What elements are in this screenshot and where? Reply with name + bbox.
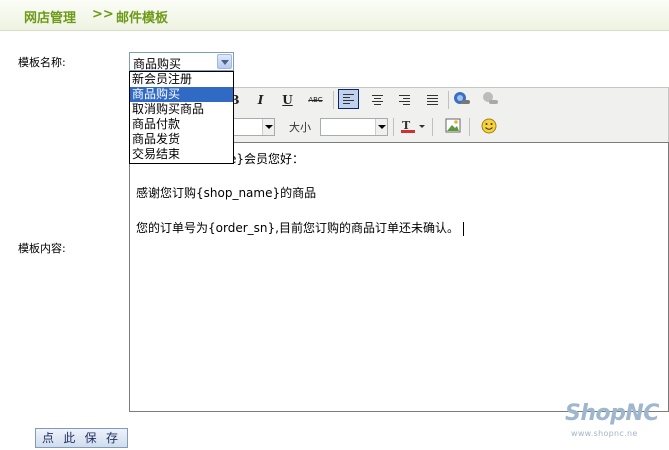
align-left-button[interactable] — [338, 89, 359, 109]
dropdown-option[interactable]: 商品发货 — [130, 132, 233, 147]
dropdown-option[interactable]: 取消购买商品 — [130, 102, 233, 117]
unlink-icon — [482, 92, 498, 104]
smiley-icon — [481, 118, 496, 134]
breadcrumb-email-template: 邮件模板 — [116, 11, 169, 26]
align-center-icon — [372, 95, 383, 105]
font-size-label: 大小 — [289, 121, 311, 134]
toolbar-separator — [333, 91, 334, 109]
breadcrumb-shop-management[interactable]: 网店管理 — [24, 7, 76, 26]
strikethrough-button[interactable]: ABC — [305, 90, 326, 110]
template-name-label: 模板名称: — [18, 56, 66, 69]
dropdown-option[interactable]: 商品付款 — [130, 117, 233, 132]
template-content-editor[interactable]: e}会员您好： 感谢您订购{shop_name}的商品 您的订单号为{order… — [129, 142, 669, 412]
align-center-button[interactable] — [367, 90, 388, 110]
toolbar-separator — [393, 118, 394, 136]
editor-line-3: 您的订单号为{order_sn},目前您订购的商品订单还未确认。 — [136, 219, 464, 236]
shopnc-url: www.shopnc.ne — [571, 429, 638, 438]
editor-line-1: e}会员您好： — [229, 152, 305, 166]
chevron-down-icon — [262, 119, 274, 135]
template-content-label: 模板内容: — [18, 242, 66, 255]
save-button[interactable]: 点 此 保 存 — [35, 428, 128, 448]
link-icon — [453, 92, 470, 104]
toolbar-separator — [432, 118, 433, 136]
editor-line-3-text: 您的订单号为{order_sn},目前您订购的商品订单还未确认。 — [136, 221, 459, 235]
dropdown-option-selected[interactable]: 商品购买 — [130, 87, 233, 102]
align-justify-icon — [427, 95, 438, 105]
breadcrumb-bar: 网店管理 >> 邮件模板 — [0, 0, 669, 31]
toolbar-separator — [469, 118, 470, 136]
dropdown-option[interactable]: 交易结束 — [130, 147, 233, 162]
chevron-down-icon[interactable] — [217, 54, 232, 69]
editor-line-2: 感谢您订购{shop_name}的商品 — [136, 186, 317, 200]
toolbar-separator — [448, 91, 449, 109]
page: 网店管理 >> 邮件模板 模板名称: 模板内容: B I U ABC T 大小 … — [0, 0, 669, 450]
selected-template-value: 商品购买 — [133, 57, 182, 71]
text-color-button[interactable]: T — [398, 117, 428, 137]
shopnc-logo: ShopNC — [565, 401, 659, 426]
font-size-select[interactable] — [320, 118, 388, 136]
align-right-icon — [399, 95, 410, 105]
text-caret — [462, 221, 464, 236]
align-justify-button[interactable] — [422, 90, 443, 110]
text-color-icon: T — [401, 119, 425, 133]
italic-button[interactable]: I — [250, 90, 271, 110]
image-icon — [445, 118, 460, 133]
insert-emoticon-button[interactable] — [478, 117, 499, 137]
align-left-icon — [343, 94, 354, 104]
dropdown-option[interactable]: 新会员注册 — [130, 72, 233, 87]
underline-button[interactable]: U — [277, 90, 298, 110]
breadcrumb-separator: >> — [92, 7, 114, 22]
insert-image-button[interactable] — [442, 117, 463, 137]
template-name-select[interactable]: 商品购买 — [129, 52, 234, 71]
insert-link-button[interactable] — [451, 90, 472, 110]
chevron-down-icon — [375, 119, 387, 135]
align-right-button[interactable] — [394, 90, 415, 110]
unlink-button[interactable] — [479, 90, 500, 110]
template-dropdown-list: 新会员注册 商品购买 取消购买商品 商品付款 商品发货 交易结束 — [129, 71, 234, 164]
